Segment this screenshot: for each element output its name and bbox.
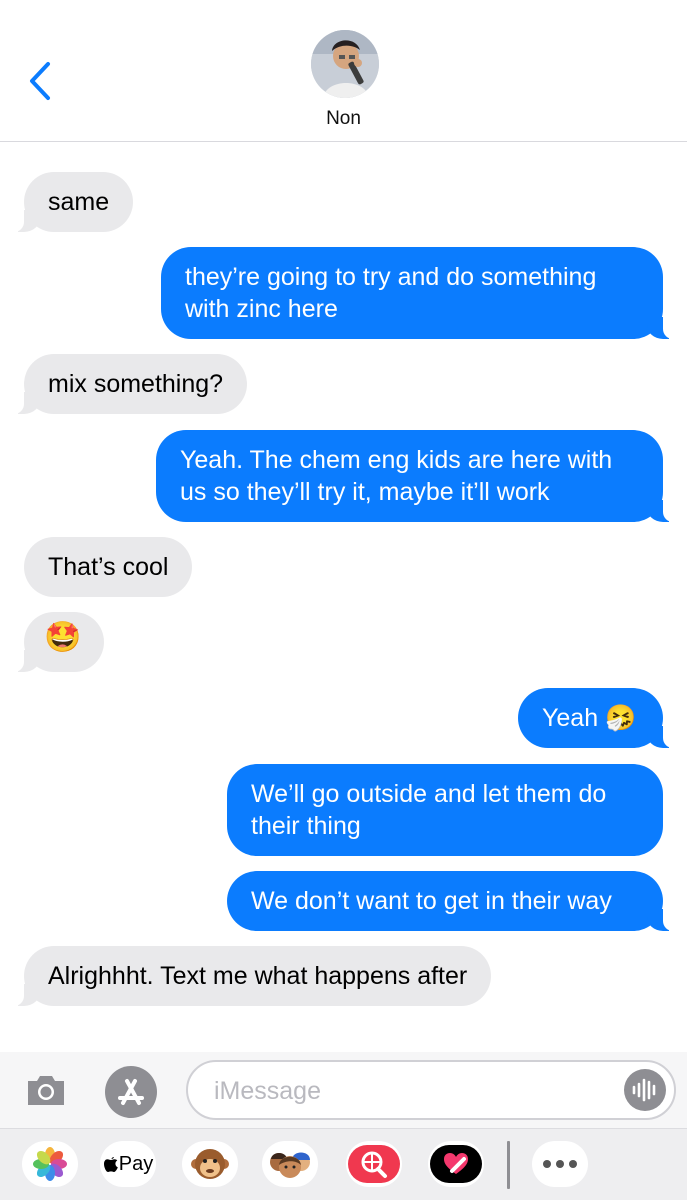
audio-message-button[interactable] <box>624 1069 666 1111</box>
message-text: same <box>48 188 110 216</box>
outgoing-message[interactable]: We don’t want to get in their way <box>227 871 677 931</box>
imessage-app-drawer: Pay <box>0 1128 687 1200</box>
digital-touch-app-button[interactable] <box>428 1141 484 1187</box>
incoming-message[interactable]: That’s cool <box>24 537 193 597</box>
message-thread: same they’re going to try and do somethi… <box>0 142 687 1052</box>
message-text: Yeah. The chem eng kids are here with us… <box>180 446 613 506</box>
more-dot-icon <box>569 1160 577 1168</box>
memoji-faces-icon <box>270 1152 310 1178</box>
contact-avatar[interactable] <box>311 30 379 98</box>
monkey-face-icon <box>191 1149 229 1179</box>
message-composer <box>0 1052 687 1128</box>
outgoing-message[interactable]: We’ll go outside and let them do their t… <box>227 764 663 856</box>
camera-button[interactable] <box>24 1068 68 1112</box>
more-dot-icon <box>556 1160 564 1168</box>
message-text: We don’t want to get in their way <box>251 887 612 915</box>
message-text: We’ll go outside and let them do their t… <box>251 780 607 840</box>
incoming-message[interactable]: Alrighhht. Text me what happens after <box>9 946 492 1006</box>
digital-touch-heart-icon <box>430 1145 482 1183</box>
photos-flower-icon <box>33 1147 67 1181</box>
outgoing-message[interactable]: Yeah. The chem eng kids are here with us… <box>156 430 677 522</box>
contact-name[interactable]: Non <box>0 108 687 130</box>
chevron-left-icon <box>30 62 50 100</box>
globe-search-icon <box>348 1145 400 1183</box>
drawer-divider <box>507 1141 510 1189</box>
waveform-icon <box>632 1078 656 1102</box>
image-search-app-button[interactable] <box>346 1141 402 1187</box>
animoji-app-button[interactable] <box>182 1141 238 1187</box>
message-text: Alrighhht. Text me what happens after <box>48 962 468 990</box>
camera-icon <box>28 1076 64 1105</box>
photos-app-button[interactable] <box>22 1141 78 1187</box>
message-text: they’re going to try and do something wi… <box>185 263 597 323</box>
back-button[interactable] <box>26 60 56 102</box>
more-dot-icon <box>543 1160 551 1168</box>
incoming-message[interactable]: same <box>9 172 134 232</box>
memoji-app-button[interactable] <box>262 1141 318 1187</box>
apple-pay-label: Pay <box>118 1152 154 1175</box>
star-struck-emoji: 🤩 <box>44 621 82 654</box>
conversation-header: Non <box>0 0 687 142</box>
more-apps-button[interactable] <box>532 1141 588 1187</box>
outgoing-message[interactable]: they’re going to try and do something wi… <box>161 247 677 339</box>
apple-logo-icon <box>103 1157 118 1172</box>
person-photo-icon <box>311 30 379 98</box>
incoming-emoji-message[interactable]: 🤩 <box>10 612 104 672</box>
app-store-button[interactable] <box>105 1066 157 1118</box>
message-text: mix something? <box>48 370 224 398</box>
apple-pay-app-button[interactable]: Pay <box>100 1141 156 1187</box>
incoming-message[interactable]: mix something? <box>9 354 248 414</box>
outgoing-message[interactable]: Yeah 🤧 <box>518 688 677 748</box>
message-input[interactable] <box>214 1074 614 1108</box>
message-text: Yeah 🤧 <box>542 704 637 732</box>
message-text: That’s cool <box>48 553 169 581</box>
message-input-field[interactable] <box>186 1060 676 1120</box>
app-store-icon <box>118 1079 144 1105</box>
